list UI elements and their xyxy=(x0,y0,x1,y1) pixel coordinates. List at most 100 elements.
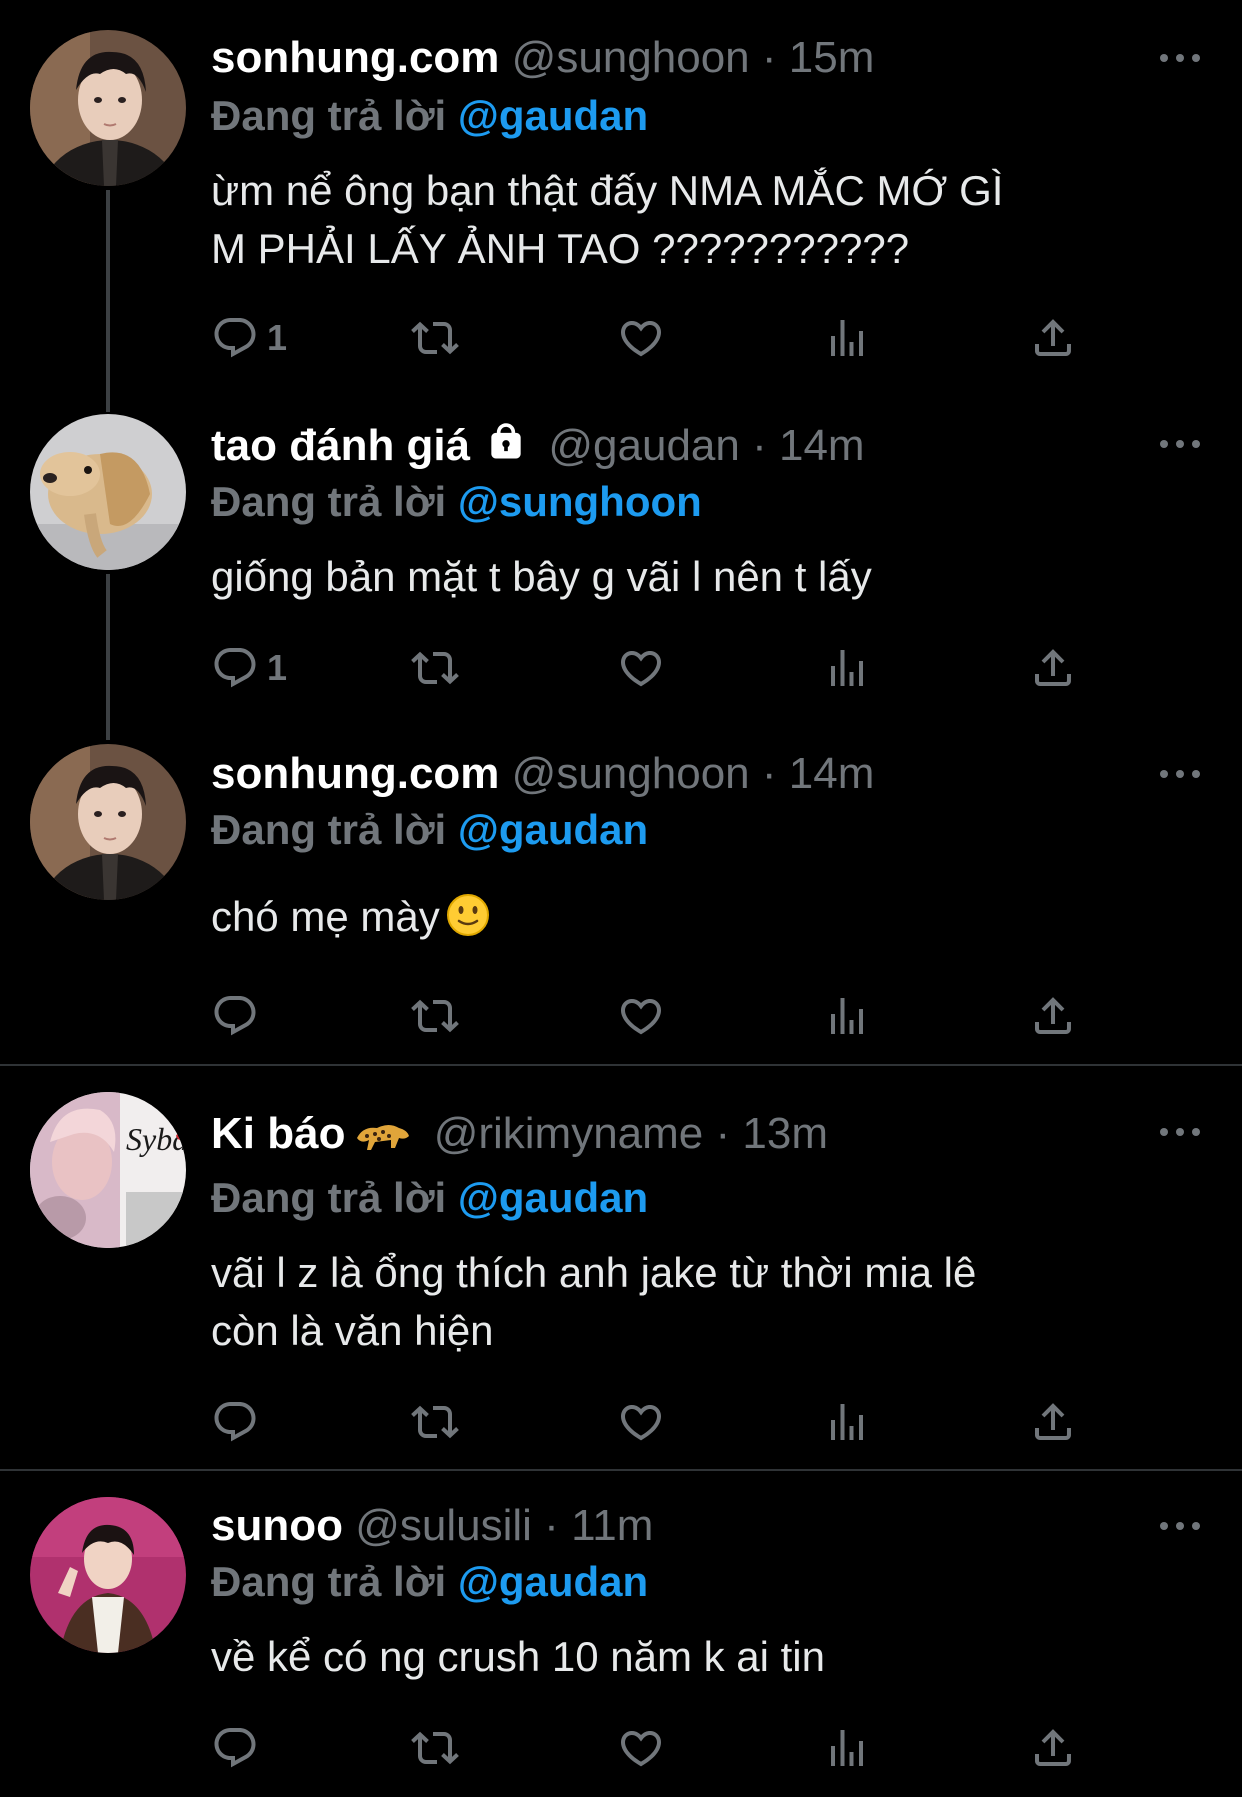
views-icon xyxy=(823,644,871,692)
reply-button[interactable] xyxy=(211,1720,259,1776)
like-button[interactable] xyxy=(617,1720,665,1776)
avatar-text: Sybau xyxy=(126,1121,186,1157)
user-handle[interactable]: @sunghoon xyxy=(512,749,750,798)
avatar[interactable] xyxy=(30,414,186,570)
tweet-text: vãi l z là ổng thích anh jake từ thời mi… xyxy=(211,1244,1171,1360)
mention-link[interactable]: @gaudan xyxy=(458,92,648,139)
replying-to: Đang trả lời @gaudan xyxy=(211,1170,648,1226)
views-button[interactable] xyxy=(823,1720,871,1776)
retweet-button[interactable] xyxy=(411,640,459,696)
views-button[interactable] xyxy=(823,310,871,366)
like-button[interactable] xyxy=(617,988,665,1044)
reply-button[interactable]: 1 xyxy=(211,310,287,366)
display-name[interactable]: Ki báo xyxy=(211,1109,345,1158)
views-icon xyxy=(823,1398,871,1446)
retweet-button[interactable] xyxy=(411,1720,459,1776)
tweet-header: sonhung.com @sunghoon · 15m xyxy=(211,28,874,88)
user-handle[interactable]: @gaudan xyxy=(548,421,740,470)
retweet-button[interactable] xyxy=(411,988,459,1044)
tweet-text-line: ừm nể ông bạn thật đấy NMA MẮC MỚ GÌ xyxy=(211,167,1004,214)
timestamp[interactable]: 11m xyxy=(571,1501,653,1550)
tweet-text: giống bản mặt t bây g vãi l nên t lấy xyxy=(211,548,1171,606)
retweet-icon xyxy=(411,1398,459,1446)
thread-line xyxy=(106,574,110,740)
avatar[interactable]: Sybau xyxy=(30,1092,186,1248)
retweet-button[interactable] xyxy=(411,310,459,366)
timestamp[interactable]: 14m xyxy=(779,421,865,470)
tweet-text: về kể có ng crush 10 năm k ai tin xyxy=(211,1628,1171,1686)
like-icon xyxy=(617,1398,665,1446)
retweet-icon xyxy=(411,992,459,1040)
reply-count: 1 xyxy=(267,317,288,358)
separator-dot: · xyxy=(761,33,777,82)
reply-button[interactable] xyxy=(211,988,259,1044)
views-button[interactable] xyxy=(823,640,871,696)
separator-dot: · xyxy=(715,1109,731,1158)
replying-to: Đang trả lời @gaudan xyxy=(211,1554,648,1610)
like-button[interactable] xyxy=(617,310,665,366)
share-button[interactable] xyxy=(1029,310,1077,366)
user-handle[interactable]: @sulusili xyxy=(355,1501,532,1550)
like-button[interactable] xyxy=(617,1394,665,1450)
reply-button[interactable] xyxy=(211,1394,259,1450)
views-button[interactable] xyxy=(823,988,871,1044)
mention-link[interactable]: @gaudan xyxy=(458,1558,648,1605)
tweet-text-line: còn là văn hiện xyxy=(211,1307,494,1354)
like-button[interactable] xyxy=(617,640,665,696)
display-name[interactable]: sonhung.com xyxy=(211,33,499,82)
more-icon[interactable] xyxy=(1158,434,1202,454)
replying-to: Đang trả lời @gaudan xyxy=(211,88,648,144)
replying-to-label: Đang trả lời xyxy=(211,478,447,525)
replying-to-label: Đang trả lời xyxy=(211,1174,447,1221)
separator-dot: · xyxy=(761,749,777,798)
tweet-actions xyxy=(211,988,1111,1044)
reply-button[interactable]: 1 xyxy=(211,640,287,696)
timestamp[interactable]: 13m xyxy=(742,1109,828,1158)
divider xyxy=(0,1469,1242,1471)
user-handle[interactable]: @rikimyname xyxy=(434,1109,704,1158)
views-button[interactable] xyxy=(823,1394,871,1450)
more-icon[interactable] xyxy=(1158,1516,1202,1536)
avatar[interactable] xyxy=(30,744,186,900)
reply-icon xyxy=(211,644,259,692)
more-icon[interactable] xyxy=(1158,764,1202,784)
display-name[interactable]: tao đánh giá xyxy=(211,421,470,470)
more-icon[interactable] xyxy=(1158,1122,1202,1142)
tweet-text-line: về kể có ng crush 10 năm k ai tin xyxy=(211,1633,825,1680)
reply-icon xyxy=(211,314,259,362)
timestamp[interactable]: 14m xyxy=(789,749,875,798)
replying-to: Đang trả lời @gaudan xyxy=(211,802,648,858)
reply-icon xyxy=(211,1398,259,1446)
timestamp[interactable]: 15m xyxy=(789,33,875,82)
avatar[interactable] xyxy=(30,30,186,186)
mention-link[interactable]: @gaudan xyxy=(458,806,648,853)
tweet-actions: 1 xyxy=(211,640,1111,696)
share-button[interactable] xyxy=(1029,988,1077,1044)
tweet-actions: 1 xyxy=(211,310,1111,366)
display-name[interactable]: sunoo xyxy=(211,1501,343,1550)
mention-link[interactable]: @sunghoon xyxy=(458,478,702,525)
avatar[interactable] xyxy=(30,1497,186,1653)
reply-icon xyxy=(211,992,259,1040)
more-icon[interactable] xyxy=(1158,48,1202,68)
tweet-header: tao đánh giá @gaudan · 14m xyxy=(211,416,865,476)
tweet-text-line: vãi l z là ổng thích anh jake từ thời mi… xyxy=(211,1249,977,1296)
share-icon xyxy=(1029,1398,1077,1446)
share-icon xyxy=(1029,644,1077,692)
like-icon xyxy=(617,314,665,362)
like-icon xyxy=(617,644,665,692)
mention-link[interactable]: @gaudan xyxy=(458,1174,648,1221)
share-button[interactable] xyxy=(1029,1720,1077,1776)
like-icon xyxy=(617,1724,665,1772)
share-button[interactable] xyxy=(1029,640,1077,696)
display-name[interactable]: sonhung.com xyxy=(211,749,499,798)
reply-count: 1 xyxy=(267,647,288,688)
share-button[interactable] xyxy=(1029,1394,1077,1450)
replying-to: Đang trả lời @sunghoon xyxy=(211,474,702,530)
user-handle[interactable]: @sunghoon xyxy=(512,33,750,82)
lock-icon xyxy=(491,423,521,459)
tweet-text: chó mẹ mày xyxy=(211,888,1171,946)
replying-to-label: Đang trả lời xyxy=(211,806,447,853)
views-icon xyxy=(823,1724,871,1772)
retweet-button[interactable] xyxy=(411,1394,459,1450)
